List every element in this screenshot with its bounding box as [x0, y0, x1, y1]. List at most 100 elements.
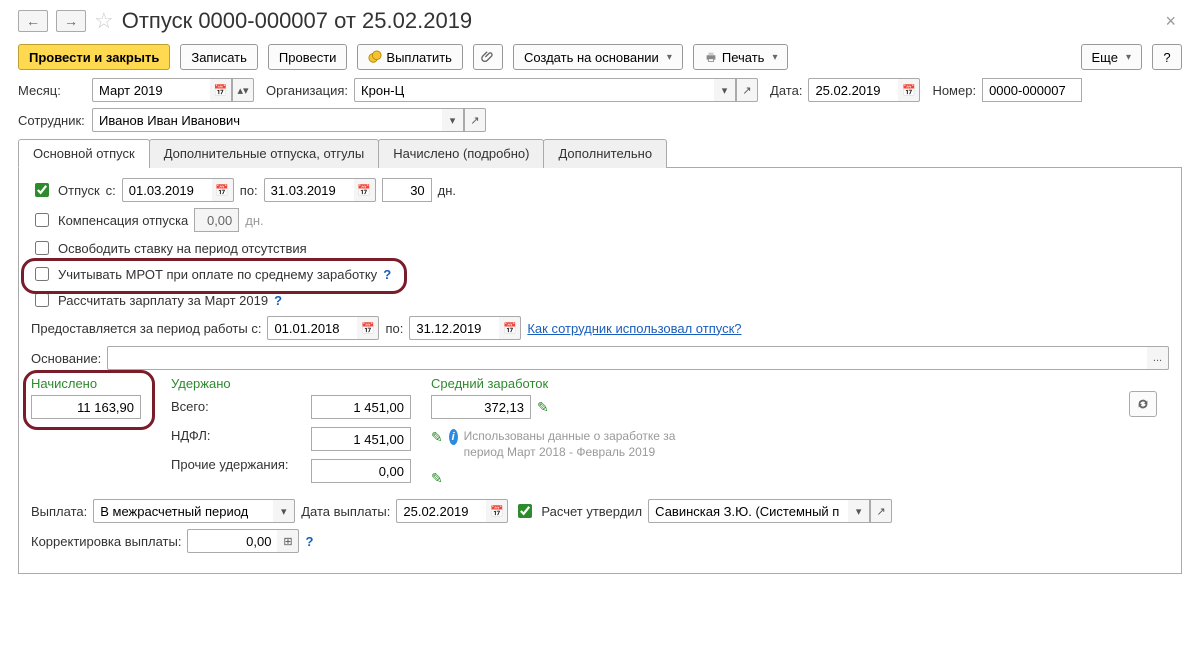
close-button[interactable]: × [1159, 9, 1182, 34]
period-label: Предоставляется за период работы с: [31, 321, 261, 336]
print-button[interactable]: Печать [693, 44, 789, 70]
reason-more-button[interactable]: ... [1147, 346, 1169, 370]
days-input[interactable] [382, 178, 432, 202]
number-input[interactable] [982, 78, 1082, 102]
write-button[interactable]: Записать [180, 44, 258, 70]
nav-forward-button[interactable]: → [56, 10, 86, 32]
to-date-input[interactable] [264, 178, 354, 202]
more-button[interactable]: Еще [1081, 44, 1142, 70]
coins-icon [368, 50, 382, 64]
correction-help-icon[interactable]: ? [305, 534, 313, 549]
correction-calc-button[interactable]: ⊞ [277, 529, 299, 553]
vacation-checkbox-label: Отпуск [58, 183, 100, 198]
payout-select[interactable] [93, 499, 273, 523]
paydate-input[interactable] [396, 499, 486, 523]
compensation-days-input [194, 208, 239, 232]
from-date-input[interactable] [122, 178, 212, 202]
approver-input[interactable] [648, 499, 848, 523]
calc-salary-help-icon[interactable]: ? [274, 293, 282, 308]
earnings-period-hint: Использованы данные о заработке за перио… [464, 429, 691, 460]
calc-salary-checkbox[interactable]: Рассчитать зарплату за Март 2019 [31, 290, 268, 310]
month-calendar-button[interactable]: 📅 [210, 78, 232, 102]
month-label: Месяц: [18, 83, 86, 98]
approver-dropdown-button[interactable]: ▾ [848, 499, 870, 523]
to-date-calendar-button[interactable]: 📅 [354, 178, 376, 202]
tab-additional[interactable]: Дополнительные отпуска, отгулы [149, 139, 380, 168]
total-input[interactable] [311, 395, 411, 419]
from-date-calendar-button[interactable]: 📅 [212, 178, 234, 202]
average-header: Средний заработок [431, 376, 691, 391]
paydate-calendar-button[interactable]: 📅 [486, 499, 508, 523]
other-withhold-input[interactable] [311, 459, 411, 483]
reason-input[interactable] [107, 346, 1147, 370]
month-input[interactable] [92, 78, 210, 102]
average-edit-icon[interactable]: ✎ [537, 399, 549, 416]
approved-label: Расчет утвердил [541, 504, 642, 519]
attach-button[interactable] [473, 44, 503, 70]
refresh-button[interactable] [1129, 391, 1157, 417]
printer-icon [704, 50, 718, 64]
period-to-input[interactable] [409, 316, 499, 340]
reason-label: Основание: [31, 351, 101, 366]
org-input[interactable] [354, 78, 714, 102]
period-from-input[interactable] [267, 316, 357, 340]
other-edit-icon[interactable]: ✎ [431, 470, 443, 486]
compensation-days-label: дн. [245, 213, 263, 228]
vacation-usage-link[interactable]: Как сотрудник использовал отпуск? [527, 321, 741, 336]
tab-main-vacation[interactable]: Основной отпуск [18, 139, 150, 168]
accrued-header: Начислено [31, 376, 161, 391]
org-label: Организация: [266, 83, 348, 98]
pay-button[interactable]: Выплатить [357, 44, 463, 70]
info-icon[interactable]: i [449, 429, 458, 445]
correction-label: Корректировка выплаты: [31, 534, 181, 549]
tab-extra[interactable]: Дополнительно [543, 139, 667, 168]
create-based-on-button[interactable]: Создать на основании [513, 44, 683, 70]
free-rate-checkbox[interactable]: Освободить ставку на период отсутствия [31, 238, 307, 258]
paperclip-icon [481, 50, 495, 64]
period-to-calendar-button[interactable]: 📅 [499, 316, 521, 340]
date-label: Дата: [770, 83, 802, 98]
period-to-label: по: [385, 321, 403, 336]
correction-input[interactable] [187, 529, 277, 553]
date-calendar-button[interactable]: 📅 [898, 78, 920, 102]
window-title: Отпуск 0000-000007 от 25.02.2019 [122, 8, 472, 34]
number-label: Номер: [932, 83, 976, 98]
ndfl-edit-icon[interactable]: ✎ [431, 429, 443, 460]
ndfl-label: НДФЛ: [171, 428, 301, 443]
post-and-close-button[interactable]: Провести и закрыть [18, 44, 170, 70]
employee-dropdown-button[interactable]: ▾ [442, 108, 464, 132]
pay-button-label: Выплатить [386, 50, 452, 65]
mrot-label: Учитывать МРОТ при оплате по среднему за… [58, 267, 377, 282]
help-button[interactable]: ? [1152, 44, 1182, 70]
print-button-label: Печать [722, 50, 765, 65]
compensation-checkbox[interactable]: Компенсация отпуска [31, 210, 188, 230]
vacation-checkbox[interactable]: Отпуск [31, 180, 100, 200]
employee-label: Сотрудник: [18, 113, 86, 128]
ndfl-input[interactable] [311, 427, 411, 451]
refresh-icon [1136, 397, 1150, 411]
date-input[interactable] [808, 78, 898, 102]
calc-salary-label: Рассчитать зарплату за Март 2019 [58, 293, 268, 308]
approver-open-button[interactable]: ↗ [870, 499, 892, 523]
favorite-star-icon[interactable]: ☆ [94, 8, 114, 34]
org-open-button[interactable]: ↗ [736, 78, 758, 102]
employee-open-button[interactable]: ↗ [464, 108, 486, 132]
org-dropdown-button[interactable]: ▾ [714, 78, 736, 102]
accrued-input[interactable] [31, 395, 141, 419]
period-from-calendar-button[interactable]: 📅 [357, 316, 379, 340]
approved-checkbox[interactable]: Расчет утвердил [514, 501, 642, 521]
employee-input[interactable] [92, 108, 442, 132]
compensation-checkbox-label: Компенсация отпуска [58, 213, 188, 228]
tab-accrued-detail[interactable]: Начислено (подробно) [378, 139, 544, 168]
mrot-help-icon[interactable]: ? [383, 267, 391, 282]
free-rate-label: Освободить ставку на период отсутствия [58, 241, 307, 256]
total-label: Всего: [171, 399, 301, 414]
to-label: по: [240, 183, 258, 198]
month-spinner-button[interactable]: ▴▾ [232, 78, 254, 102]
post-button[interactable]: Провести [268, 44, 348, 70]
nav-back-button[interactable]: ← [18, 10, 48, 32]
average-input[interactable] [431, 395, 531, 419]
mrot-checkbox[interactable]: Учитывать МРОТ при оплате по среднему за… [31, 264, 377, 284]
payout-dropdown-button[interactable]: ▾ [273, 499, 295, 523]
other-withhold-label: Прочие удержания: [171, 457, 301, 472]
